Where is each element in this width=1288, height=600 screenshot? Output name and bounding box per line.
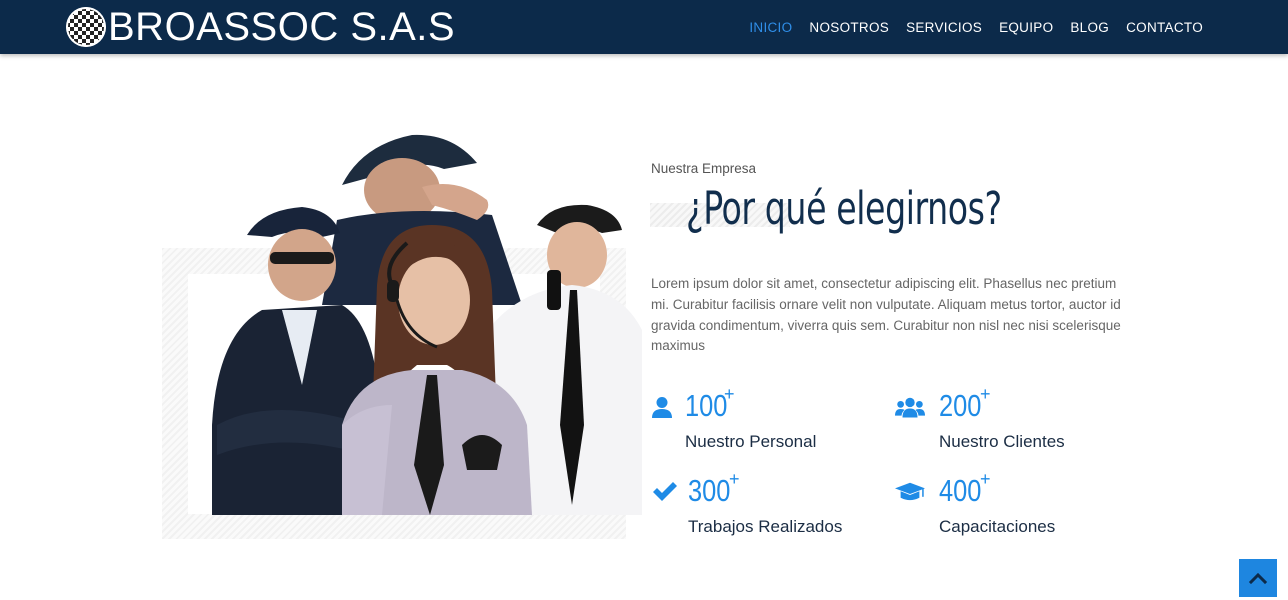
nav-contacto[interactable]: CONTACTO — [1126, 20, 1203, 35]
nav-inicio[interactable]: INICIO — [749, 20, 792, 35]
stat-plus: + — [980, 384, 991, 404]
stat-plus: + — [980, 469, 991, 489]
nav-equipo[interactable]: EQUIPO — [999, 20, 1053, 35]
stat-number: 100 — [685, 388, 728, 423]
stat-label: Trabajos Realizados — [688, 517, 843, 536]
stat-label: Nuestro Personal — [685, 432, 817, 451]
stat-label: Nuestro Clientes — [939, 432, 1065, 451]
section-paragraph: Lorem ipsum dolor sit amet, consectetur … — [651, 276, 1121, 354]
section-eyebrow: Nuestra Empresa — [651, 161, 757, 176]
brand-link[interactable]: BROASSOC S.A.S — [66, 5, 455, 49]
stat-number: 400 — [939, 473, 982, 508]
user-icon — [652, 397, 672, 418]
brand-name: BROASSOC S.A.S — [108, 5, 456, 49]
stat-plus: + — [724, 384, 735, 404]
users-icon — [895, 397, 925, 418]
navbar: BROASSOC S.A.S INICIO NOSOTROS SERVICIOS… — [0, 0, 1288, 54]
check-icon — [653, 482, 677, 501]
graduation-cap-icon — [895, 482, 925, 501]
nav-servicios[interactable]: SERVICIOS — [906, 20, 982, 35]
about-media — [162, 125, 642, 541]
security-team-photo — [212, 134, 642, 515]
scroll-top-button[interactable] — [1239, 559, 1277, 597]
stat-number: 300 — [688, 473, 731, 508]
nav-blog[interactable]: BLOG — [1070, 20, 1109, 35]
section-title: ¿Por qué elegirnos? — [686, 182, 1002, 235]
brand-logo-icon — [66, 7, 106, 47]
stat-plus: + — [729, 469, 740, 489]
nav-nosotros[interactable]: NOSOTROS — [809, 20, 889, 35]
stat-number: 200 — [939, 388, 982, 423]
stat-label: Capacitaciones — [939, 517, 1056, 536]
chevron-up-icon — [1248, 572, 1268, 585]
main-nav: INICIO NOSOTROS SERVICIOS EQUIPO BLOG CO… — [732, 0, 1203, 54]
